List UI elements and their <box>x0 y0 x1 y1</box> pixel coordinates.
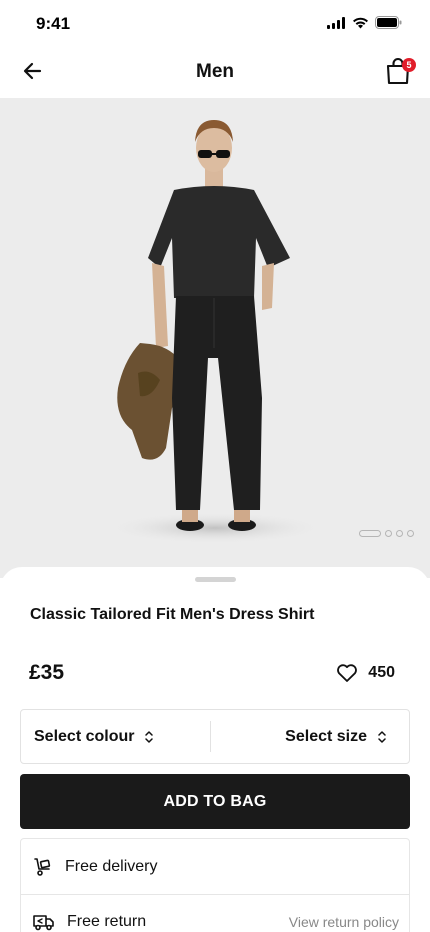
chevron-up-down-icon <box>378 730 386 743</box>
sheet-grabber[interactable] <box>195 577 236 582</box>
heart-icon <box>337 664 358 682</box>
battery-icon <box>375 16 402 29</box>
shipping-info-list: Free delivery Free return View return po… <box>20 838 410 932</box>
add-to-bag-button[interactable]: ADD TO BAG <box>20 774 410 829</box>
product-image-gallery[interactable] <box>0 98 430 578</box>
bag-button[interactable]: 5 <box>384 56 416 86</box>
signal-icon <box>327 16 345 29</box>
chevron-up-down-icon <box>145 730 154 743</box>
product-photo <box>105 120 325 544</box>
colour-selector[interactable]: Select colour <box>21 710 210 763</box>
return-policy-link[interactable]: View return policy <box>289 914 399 930</box>
nav-bar: Men 5 <box>0 46 430 98</box>
product-title: Classic Tailored Fit Men's Dress Shirt <box>30 606 315 623</box>
delivery-label: Free delivery <box>65 857 158 875</box>
product-details-sheet: Classic Tailored Fit Men's Dress Shirt £… <box>0 567 430 932</box>
variant-selectors: Select colour Select size <box>20 709 410 764</box>
bag-count-badge: 5 <box>402 58 416 72</box>
carousel-indicator[interactable] <box>359 530 414 537</box>
delivery-icon <box>34 857 51 876</box>
page-title: Men <box>196 61 234 82</box>
product-price: £35 <box>29 661 65 684</box>
carousel-dot[interactable] <box>396 530 403 537</box>
return-label: Free return <box>67 913 147 930</box>
size-selector[interactable]: Select size <box>211 710 409 763</box>
size-selector-label: Select size <box>285 727 367 745</box>
like-button[interactable]: 450 <box>336 663 395 683</box>
carousel-dot[interactable] <box>407 530 414 537</box>
status-time: 9:41 <box>36 14 71 33</box>
colour-selector-label: Select colour <box>34 727 135 745</box>
status-bar: 9:41 <box>0 0 430 46</box>
status-icons <box>327 16 402 29</box>
wifi-icon <box>353 17 368 28</box>
like-count: 450 <box>368 664 395 681</box>
info-row-delivery: Free delivery <box>21 839 409 894</box>
return-truck-icon <box>33 915 54 931</box>
info-row-return: Free return View return policy <box>21 894 409 932</box>
carousel-dot[interactable] <box>385 530 392 537</box>
carousel-dot[interactable] <box>359 530 381 537</box>
